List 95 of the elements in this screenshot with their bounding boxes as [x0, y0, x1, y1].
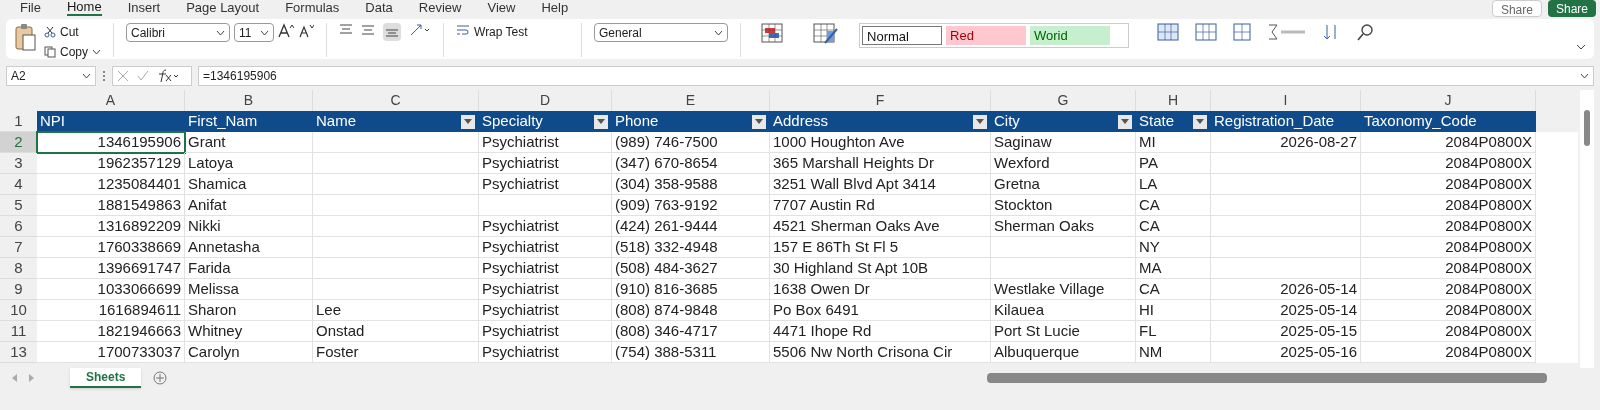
add-sheet-icon[interactable] [153, 371, 168, 385]
menu-tab[interactable]: Data [365, 1, 393, 15]
font-name-field[interactable]: Calibri [126, 23, 230, 42]
table-cell: 1700733037 [37, 342, 185, 363]
conditional-formatting-icon[interactable] [761, 23, 783, 43]
cell-style[interactable]: Worid [1030, 26, 1110, 45]
menu-tab[interactable]: Insert [127, 1, 161, 15]
menu-tab[interactable]: File [20, 1, 41, 15]
row-header[interactable]: 11 [0, 321, 37, 342]
row-header[interactable]: 5 [0, 195, 37, 216]
filter-button[interactable] [461, 114, 475, 129]
delete-cells-icon[interactable] [1195, 23, 1217, 41]
header-label: State [1139, 111, 1175, 132]
scissors-icon [44, 26, 56, 38]
scroll-thumb[interactable] [1584, 110, 1590, 146]
paste-icon[interactable] [14, 23, 36, 51]
table-cell: 5506 Nw North Crisona Cir [770, 342, 991, 363]
table-cell: Psychiatrist [479, 342, 612, 363]
more-icon [102, 69, 106, 83]
decrease-font-icon[interactable] [298, 23, 314, 39]
wrap-text-icon[interactable] [456, 23, 470, 37]
table-cell: Foster [313, 342, 479, 363]
caret-icon[interactable] [260, 29, 269, 36]
align-middle-icon[interactable] [361, 23, 375, 37]
table-cell: 2025-05-16 [1211, 342, 1361, 363]
header-label: Taxonomy_Code [1364, 111, 1477, 132]
caret-icon[interactable] [216, 29, 225, 36]
formula-field[interactable]: =1346195906 [198, 66, 1594, 86]
header-label: First_Nam [188, 111, 258, 132]
caret-icon [1121, 119, 1129, 124]
header-label: Phone [615, 111, 659, 132]
search-icon[interactable] [1357, 23, 1375, 41]
filter-button[interactable] [973, 114, 987, 129]
row-header[interactable]: 10 [0, 300, 37, 321]
align-top-icon[interactable] [339, 23, 353, 37]
filter-button[interactable] [1118, 114, 1132, 129]
caret-icon [1196, 119, 1204, 124]
increase-font-icon[interactable] [278, 23, 294, 39]
format-cells-icon[interactable] [1233, 23, 1251, 41]
header-label: Name [316, 111, 356, 132]
row-header[interactable]: 4 [0, 174, 37, 195]
table-cell: Albuquerque [991, 342, 1136, 363]
menu-tab[interactable]: View [487, 1, 516, 15]
align-bottom-icon[interactable] [383, 23, 401, 41]
copy-button[interactable]: Copy [44, 43, 101, 61]
table-cell: 1346195906 [37, 132, 185, 153]
caret-icon [464, 119, 472, 124]
row-header[interactable]: 6 [0, 216, 37, 237]
row-header[interactable]: 13 [0, 342, 37, 363]
menu-tab[interactable]: Help [541, 1, 569, 15]
caret-icon [755, 119, 763, 124]
cell-style[interactable]: Normal [862, 26, 942, 45]
row-header[interactable]: 7 [0, 237, 37, 258]
filter-button[interactable] [594, 114, 608, 129]
chevron-down-icon[interactable] [1576, 43, 1586, 51]
cell-style[interactable]: Red [946, 26, 1026, 45]
cut-button[interactable]: Cut [44, 23, 101, 41]
filter-button[interactable] [1193, 114, 1207, 129]
table-cell: 2084P0800X [1361, 342, 1536, 363]
menu-tab[interactable]: Page Layout [186, 1, 260, 15]
menu-tab[interactable]: Review [418, 1, 462, 15]
header-label: City [994, 111, 1020, 132]
number-format-field[interactable]: General [594, 23, 728, 42]
table-cell: NM [1136, 342, 1211, 363]
share-button[interactable]: Share [1547, 0, 1596, 17]
font-size-field[interactable]: 11 [234, 23, 274, 42]
caret-icon [597, 119, 605, 124]
sheet-tab[interactable]: Sheets [70, 368, 142, 388]
wrap-text-button[interactable]: Wrap Test [474, 23, 528, 41]
orientation-icon[interactable] [409, 23, 431, 37]
menu-tab[interactable]: Home [66, 0, 102, 16]
header-label: Registration_Date [1214, 111, 1335, 132]
caret-icon [976, 119, 984, 124]
horizontal-scrollbar[interactable] [987, 373, 1548, 383]
caret-icon[interactable] [714, 29, 723, 36]
header-label: Specialty [482, 111, 543, 132]
row-header[interactable]: 3 [0, 153, 37, 174]
caret-icon[interactable] [92, 49, 101, 55]
format-as-table-icon[interactable] [813, 23, 839, 45]
name-box[interactable]: A2 [6, 66, 96, 86]
function-icon[interactable] [157, 69, 179, 83]
share-button[interactable]: Share [1491, 0, 1542, 17]
header-label: NPI [40, 111, 65, 132]
table-cell: Carolyn [185, 342, 313, 363]
menu-tab[interactable]: Formulas [285, 1, 340, 15]
insert-cells-icon[interactable] [1157, 23, 1179, 41]
vertical-scrollbar[interactable] [1580, 90, 1594, 368]
caret-icon[interactable] [1580, 73, 1589, 79]
row-header[interactable]: 2 [0, 132, 37, 153]
table-cell: (754) 388-5311 [612, 342, 770, 363]
row-header[interactable]: 8 [0, 258, 37, 279]
header-label: Address [773, 111, 829, 132]
caret-icon[interactable] [82, 73, 91, 79]
row-header[interactable]: 9 [0, 279, 37, 300]
filter-button[interactable] [752, 114, 766, 129]
